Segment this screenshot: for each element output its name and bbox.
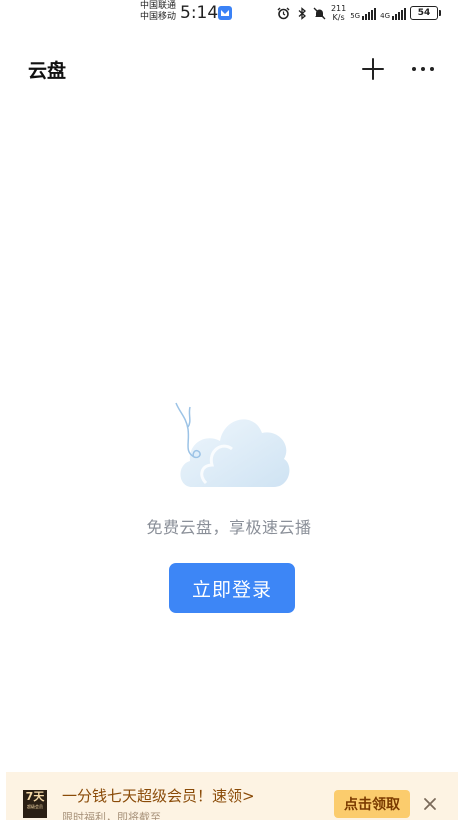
more-options-button[interactable] — [406, 54, 440, 84]
signal-4g: 4G — [380, 6, 406, 20]
battery-indicator: 54 — [410, 6, 441, 20]
status-time: 5:14 — [180, 3, 219, 23]
close-promo-button[interactable] — [420, 794, 440, 814]
cloud-illustration — [170, 395, 295, 495]
notification-app-icon — [218, 6, 232, 20]
cloud-icon — [175, 402, 290, 487]
login-button[interactable]: 立即登录 — [169, 563, 295, 613]
promo-banner[interactable]: 7天 超级会员 一分钱七天超级会员！速领> 限时福利，即将截至 点击领取 — [6, 772, 458, 820]
carrier-2: 中国移动 — [140, 12, 177, 22]
bluetooth-icon — [295, 6, 309, 20]
empty-state-message: 免费云盘，享极速云播 — [146, 518, 312, 537]
promo-badge: 7天 超级会员 — [23, 790, 47, 818]
page-title: 云盘 — [28, 60, 67, 82]
alarm-icon — [277, 6, 291, 20]
status-indicators: 211 K/s 5G 4G 54 — [277, 4, 441, 22]
signal-5g: 5G — [350, 6, 377, 20]
claim-button[interactable]: 点击领取 — [334, 790, 410, 818]
network-speed: 211 K/s — [331, 4, 346, 22]
network-type-1: 5G — [350, 12, 361, 20]
page-header: 云盘 — [0, 50, 458, 88]
carrier-1: 中国联通 — [140, 1, 177, 11]
add-button[interactable] — [358, 54, 388, 84]
promo-subtitle: 限时福利，即将截至 — [62, 811, 161, 820]
close-icon — [424, 798, 436, 810]
carrier-names: 中国联通 中国移动 — [140, 1, 176, 23]
speed-unit: K/s — [332, 13, 345, 22]
mute-bell-icon — [313, 6, 327, 20]
status-bar: 中国联通 中国移动 5:14 211 K/s 5G 4G 54 — [0, 0, 458, 28]
speed-value: 211 — [330, 4, 347, 13]
promo-badge-sub: 超级会员 — [27, 804, 43, 809]
network-type-2: 4G — [380, 12, 390, 20]
promo-title[interactable]: 一分钱七天超级会员！速领> — [62, 785, 255, 806]
more-dots-icon — [412, 67, 434, 71]
plus-icon — [362, 58, 384, 80]
promo-badge-main: 7天 — [25, 790, 45, 803]
